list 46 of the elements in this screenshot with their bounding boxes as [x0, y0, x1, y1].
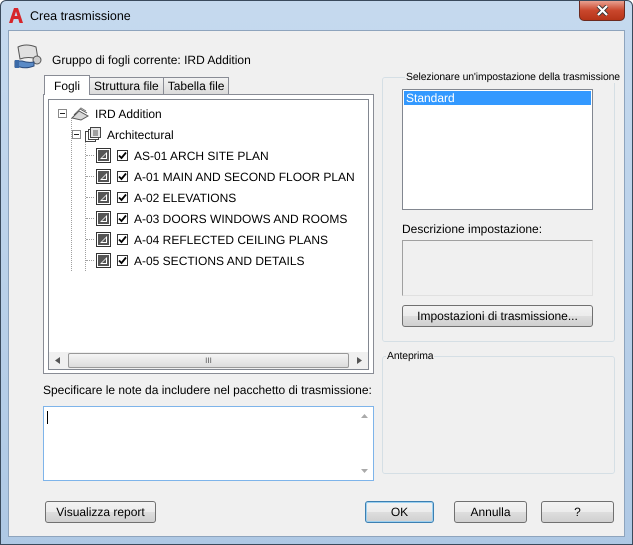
tab[interactable]: Struttura file: [89, 77, 164, 94]
sheets-stack-icon: [85, 127, 101, 142]
group-title: Selezionare un'impostazione della trasmissione: [405, 72, 621, 83]
sheet-icon: [96, 148, 111, 163]
report-button[interactable]: Visualizza report: [45, 501, 156, 523]
tree-item-label[interactable]: Architectural: [107, 128, 174, 142]
ok-button[interactable]: OK: [365, 501, 434, 523]
notes-label: Specificare le note da includere nel pacchetto di trasmissione:: [43, 383, 373, 397]
checkbox[interactable]: [117, 213, 128, 224]
tab[interactable]: Tabella file: [162, 77, 230, 94]
group-title: Anteprima: [386, 351, 434, 362]
sheet-icon: [96, 190, 111, 205]
collapse-toggle[interactable]: [58, 109, 67, 118]
tree-item-label[interactable]: AS-01 ARCH SITE PLAN: [134, 148, 269, 162]
app-logo-icon: [9, 8, 23, 23]
checkbox[interactable]: [117, 255, 128, 266]
tree-item-label[interactable]: A-05 SECTIONS AND DETAILS: [134, 254, 304, 268]
close-icon[interactable]: [596, 5, 608, 16]
scroll-thumb[interactable]: III: [68, 353, 349, 368]
window-title: Crea trasmissione: [30, 8, 131, 22]
sheet-icon: [96, 169, 111, 184]
transmittal-icon: [14, 43, 44, 71]
scroll-left-icon[interactable]: [55, 357, 60, 364]
dialog-button[interactable]: ?: [541, 501, 614, 523]
horizontal-scrollbar[interactable]: III: [49, 352, 368, 369]
description-label: Descrizione impostazione:: [402, 222, 544, 236]
dialog-button[interactable]: Annulla: [454, 501, 527, 523]
checkbox[interactable]: [117, 171, 128, 182]
settings-button[interactable]: Impostazioni di trasmissione...: [402, 305, 593, 327]
scroll-right-icon[interactable]: [357, 357, 362, 364]
close-button[interactable]: [579, 1, 625, 21]
tree-item-label[interactable]: A-04 REFLECTED CEILING PLANS: [134, 232, 328, 246]
sheet-icon: [96, 253, 111, 268]
tree-item-label[interactable]: A-01 MAIN AND SECOND FLOOR PLAN: [134, 170, 355, 184]
checkbox[interactable]: [117, 192, 128, 203]
tab[interactable]: Fogli: [44, 75, 90, 95]
sheet-set-icon: [71, 106, 89, 120]
sheet-set-label: Gruppo di fogli corrente: IRD Addition: [52, 53, 251, 67]
tree-item-label[interactable]: A-02 ELEVATIONS: [134, 190, 236, 204]
sheet-icon: [96, 211, 111, 226]
tree-item-label[interactable]: IRD Addition: [95, 106, 162, 120]
checkbox[interactable]: [117, 234, 128, 245]
collapse-toggle[interactable]: [72, 130, 81, 139]
tree-item-label[interactable]: A-03 DOORS WINDOWS AND ROOMS: [134, 212, 348, 226]
sheet-icon: [96, 232, 111, 247]
checkbox[interactable]: [117, 150, 128, 161]
